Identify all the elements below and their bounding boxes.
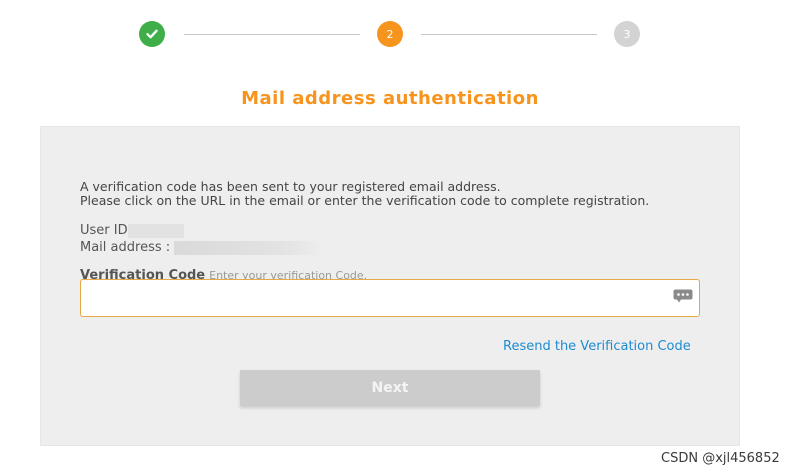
step-2-current-indicator: 2: [377, 21, 403, 47]
resend-verification-code-link[interactable]: Resend the Verification Code: [503, 339, 691, 354]
password-key-icon[interactable]: [673, 289, 693, 303]
step-1-complete-indicator: [139, 21, 165, 47]
next-button[interactable]: Next: [240, 370, 540, 406]
stepper-connector-1: [184, 34, 360, 35]
info-line-1: A verification code has been sent to you…: [80, 179, 501, 194]
mail-address-label: Mail address :: [80, 240, 171, 255]
step-3-number: 3: [623, 27, 631, 41]
user-id-label: User ID: [80, 223, 128, 238]
mail-address-row: Mail address :: [80, 240, 325, 255]
page-title: Mail address authentication: [241, 88, 539, 109]
info-line-2: Please click on the URL in the email or …: [80, 193, 650, 208]
info-message: A verification code has been sent to you…: [80, 180, 649, 208]
step-2-number: 2: [386, 27, 394, 41]
checkmark-icon: [146, 29, 158, 39]
verification-code-input[interactable]: [81, 280, 699, 316]
user-id-row: User ID: [80, 223, 184, 238]
user-id-value-masked: [127, 223, 184, 238]
verification-code-field: [80, 279, 700, 317]
stepper-connector-2: [421, 34, 597, 35]
step-3-upcoming-indicator: 3: [614, 21, 640, 47]
mail-address-value-masked: [174, 240, 325, 255]
watermark-text: CSDN @xjl456852: [661, 451, 780, 466]
